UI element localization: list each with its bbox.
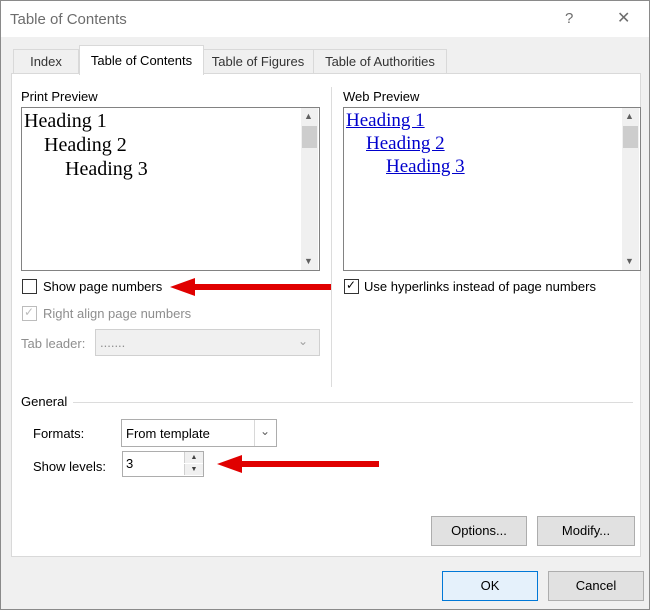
scroll-down-icon[interactable]: ▼ xyxy=(625,256,634,266)
check-icon: ✓ xyxy=(24,305,35,319)
annotation-arrow-show-page-numbers xyxy=(170,278,331,296)
print-heading-1: Heading 1 xyxy=(24,110,107,132)
show-page-numbers-label: Show page numbers xyxy=(43,279,163,294)
web-preview-scrollbar[interactable]: ▲ ▼ xyxy=(622,108,639,270)
options-button[interactable]: Options... xyxy=(431,516,527,546)
web-heading-3-link[interactable]: Heading 3 xyxy=(386,156,465,178)
chevron-down-icon: ⌄ xyxy=(260,424,271,438)
print-preview-scrollbar[interactable]: ▲ ▼ xyxy=(301,108,318,270)
right-align-label: Right align page numbers xyxy=(43,306,192,321)
scroll-down-icon[interactable]: ▼ xyxy=(304,256,313,266)
formats-value: From template xyxy=(126,426,210,441)
scroll-up-icon[interactable]: ▲ xyxy=(625,111,634,121)
show-levels-spinner[interactable]: 3 ▲ ▼ xyxy=(122,451,204,477)
help-button[interactable]: ? xyxy=(565,10,573,27)
cancel-button[interactable]: Cancel xyxy=(548,571,644,601)
web-heading-2-link[interactable]: Heading 2 xyxy=(366,133,445,155)
show-levels-label: Show levels: xyxy=(33,459,106,474)
tab-leader-value: ....... xyxy=(100,335,126,350)
tab-table-of-contents[interactable]: Table of Contents xyxy=(79,45,204,75)
use-hyperlinks-label: Use hyperlinks instead of page numbers xyxy=(364,279,596,294)
show-page-numbers-checkbox[interactable] xyxy=(22,279,37,294)
toc-dialog: Table of Contents ? ✕ Index Table of Con… xyxy=(0,0,650,610)
print-preview-box: Heading 1 Heading 2 Heading 3 ▲ ▼ xyxy=(21,107,320,271)
web-preview-label: Web Preview xyxy=(343,89,420,104)
tab-table-of-figures[interactable]: Table of Figures xyxy=(202,49,314,74)
use-hyperlinks-checkbox[interactable]: ✓ xyxy=(344,278,359,294)
spin-up-icon[interactable]: ▲ xyxy=(184,452,203,463)
title-bar: Table of Contents ? ✕ xyxy=(1,1,649,37)
print-preview-label: Print Preview xyxy=(21,89,98,104)
scroll-thumb[interactable] xyxy=(302,126,317,148)
check-icon: ✓ xyxy=(346,278,357,292)
tab-index[interactable]: Index xyxy=(13,49,79,74)
print-heading-2: Heading 2 xyxy=(44,134,127,156)
tab-table-of-authorities[interactable]: Table of Authorities xyxy=(313,49,447,74)
right-align-checkbox[interactable]: ✓ xyxy=(22,305,37,321)
web-heading-1-link[interactable]: Heading 1 xyxy=(346,110,425,132)
show-levels-value: 3 xyxy=(126,456,134,471)
print-heading-3: Heading 3 xyxy=(65,158,148,180)
formats-label: Formats: xyxy=(33,426,85,441)
formats-dropdown[interactable]: From template ⌄ xyxy=(121,419,277,447)
column-divider xyxy=(331,87,332,387)
general-section-label: General xyxy=(21,394,68,409)
web-preview-box: Heading 1 Heading 2 Heading 3 ▲ ▼ xyxy=(343,107,641,271)
dropdown-separator xyxy=(254,420,255,446)
modify-button[interactable]: Modify... xyxy=(537,516,635,546)
window-title: Table of Contents xyxy=(10,11,127,28)
tab-leader-label: Tab leader: xyxy=(21,336,86,351)
annotation-arrow-show-levels xyxy=(217,455,379,473)
general-divider xyxy=(73,402,633,403)
ok-button[interactable]: OK xyxy=(442,571,538,601)
tab-label: Table of Contents xyxy=(90,53,193,68)
close-button[interactable]: ✕ xyxy=(617,8,630,28)
scroll-up-icon[interactable]: ▲ xyxy=(304,111,313,121)
spin-down-icon[interactable]: ▼ xyxy=(184,464,203,475)
scroll-thumb[interactable] xyxy=(623,126,638,148)
tab-leader-dropdown[interactable]: ....... ⌄ xyxy=(95,329,320,356)
chevron-down-icon: ⌄ xyxy=(298,334,309,348)
